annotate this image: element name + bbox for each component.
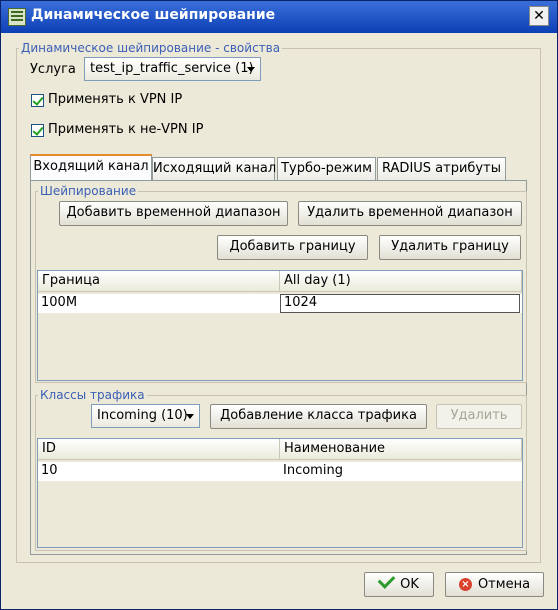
shaping-legend: Шейпирование — [40, 184, 137, 198]
apply-vpn-label: Применять к VPN IP — [48, 92, 183, 107]
cell-id[interactable]: 10 — [38, 462, 280, 481]
column-header-all-day[interactable]: All day (1) — [280, 271, 522, 291]
cell-all-day-value[interactable]: 1024 — [280, 294, 520, 313]
apply-non-vpn-checkbox[interactable] — [31, 124, 44, 137]
tab-incoming[interactable]: Входящий канал — [30, 154, 152, 182]
traffic-classes-table[interactable]: ID Наименование 10 Incoming — [37, 438, 523, 548]
tab-turbo[interactable]: Турбо-режим — [277, 157, 376, 181]
apply-vpn-checkbox[interactable] — [31, 94, 44, 107]
shaping-table-header: Граница All day (1) — [38, 271, 522, 292]
close-button[interactable]: ✕ — [529, 6, 549, 26]
remove-traffic-class-button[interactable]: Удалить — [436, 404, 522, 429]
service-select-value: test_ip_traffic_service (1) — [90, 61, 254, 76]
chevron-down-icon — [247, 67, 255, 72]
table-row[interactable]: 100M 1024 — [38, 294, 522, 313]
traffic-class-select[interactable]: Incoming (10) — [91, 404, 200, 428]
properties-legend: Динамическое шейпирование - свойства — [21, 41, 281, 55]
title-bar[interactable]: Динамическое шейпирование ✕ — [1, 1, 557, 33]
table-row[interactable]: 10 Incoming — [38, 462, 522, 481]
ok-label: OK — [400, 577, 419, 592]
add-boundary-button[interactable]: Добавить границу — [217, 235, 368, 260]
dialog-window: Динамическое шейпирование ✕ Динамическое… — [0, 0, 558, 610]
traffic-class-select-value: Incoming (10) — [97, 408, 188, 423]
list-window-icon — [8, 8, 26, 26]
traffic-classes-legend: Классы трафика — [40, 388, 145, 402]
tab-radius[interactable]: RADIUS атрибуты — [377, 157, 506, 181]
cell-name[interactable]: Incoming — [280, 462, 522, 481]
remove-time-range-button[interactable]: Удалить временной диапазон — [298, 201, 522, 226]
cancel-button[interactable]: × Отмена — [445, 572, 544, 597]
column-header-boundary[interactable]: Граница — [38, 271, 280, 291]
cell-boundary[interactable]: 100M — [38, 294, 280, 313]
column-header-id[interactable]: ID — [38, 439, 280, 459]
apply-non-vpn-label: Применять к не-VPN IP — [48, 122, 204, 137]
apply-vpn-checkbox-row[interactable]: Применять к VPN IP — [31, 92, 231, 110]
ok-button[interactable]: OK — [364, 571, 434, 597]
tab-outgoing[interactable]: Исходящий канал — [152, 157, 276, 181]
window-title: Динамическое шейпирование — [31, 7, 276, 23]
service-select[interactable]: test_ip_traffic_service (1) — [84, 57, 261, 81]
cancel-icon: × — [458, 578, 472, 591]
cancel-label: Отмена — [477, 577, 531, 592]
add-time-range-button[interactable]: Добавить временной диапазон — [59, 201, 288, 226]
close-icon: ✕ — [533, 8, 545, 24]
shaping-table[interactable]: Граница All day (1) 100M 1024 — [37, 270, 523, 381]
chevron-down-icon — [186, 414, 194, 419]
remove-boundary-button[interactable]: Удалить границу — [379, 235, 521, 260]
traffic-classes-table-header: ID Наименование — [38, 439, 522, 460]
add-traffic-class-button[interactable]: Добавление класса трафика — [210, 404, 427, 429]
check-icon — [377, 571, 396, 589]
service-label: Услуга — [30, 62, 76, 77]
column-header-name[interactable]: Наименование — [280, 439, 522, 459]
apply-non-vpn-checkbox-row[interactable]: Применять к не-VPN IP — [31, 122, 231, 140]
